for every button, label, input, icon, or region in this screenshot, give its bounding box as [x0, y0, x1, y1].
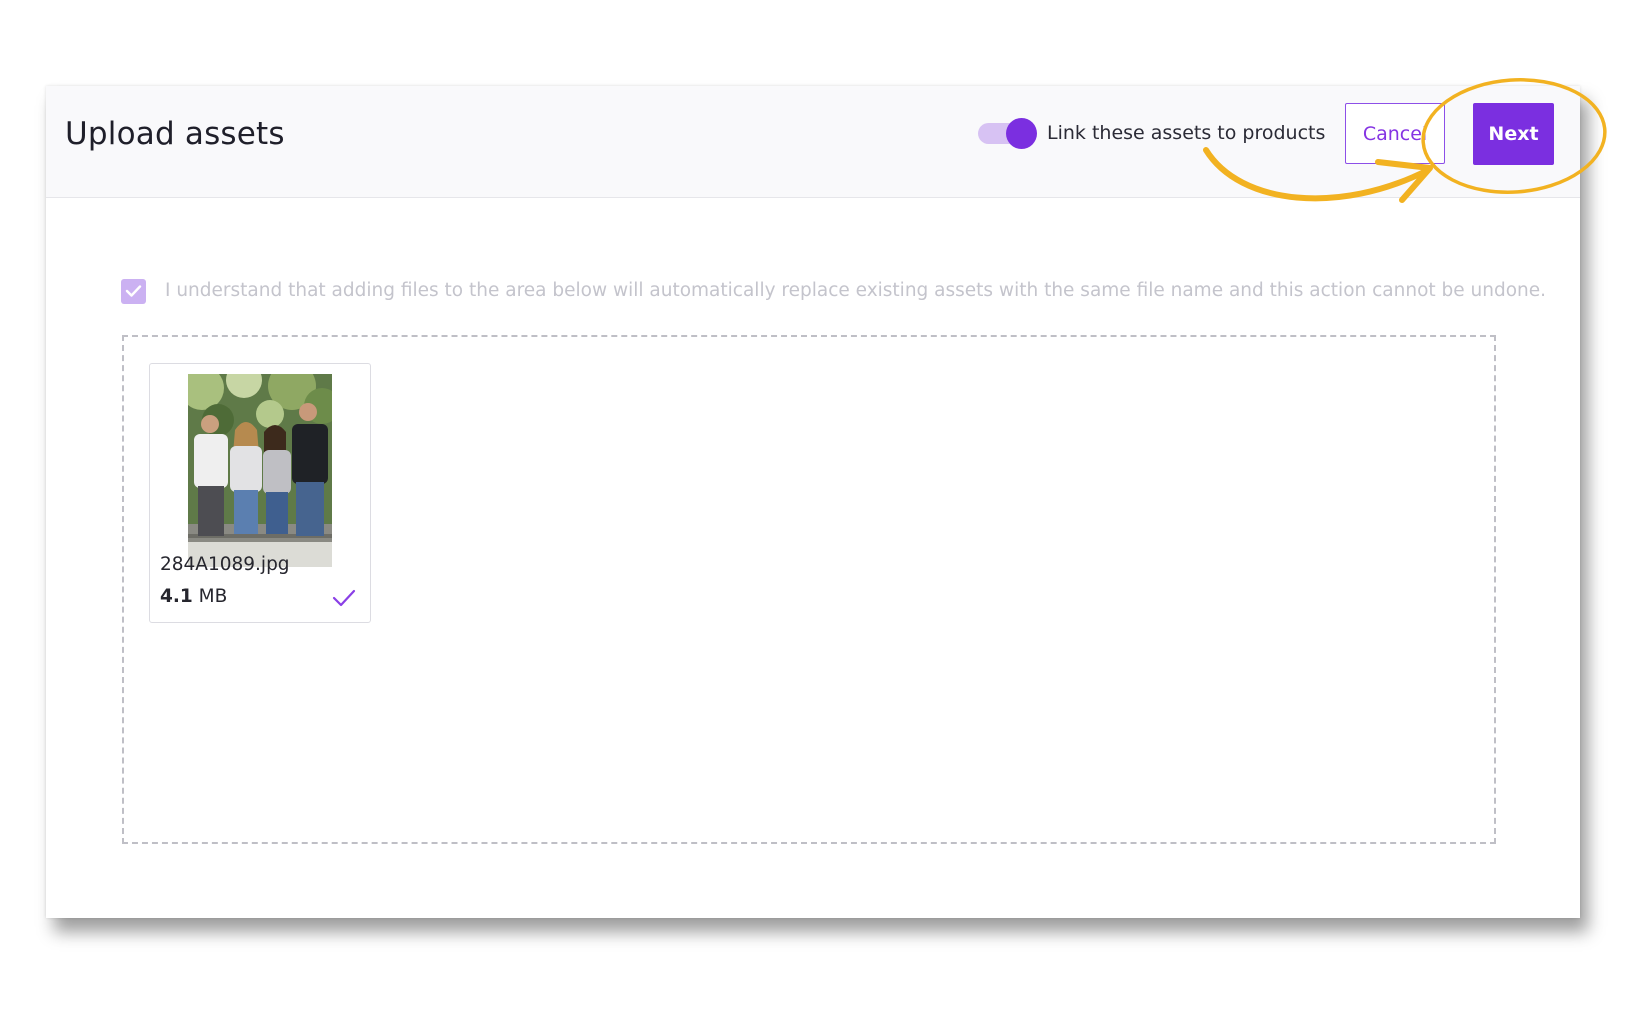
link-products-toggle[interactable]	[978, 118, 1037, 149]
cancel-button[interactable]: Cancel	[1345, 103, 1445, 164]
file-size-unit: MB	[198, 586, 228, 607]
check-icon	[125, 285, 142, 297]
next-button[interactable]: Next	[1473, 103, 1554, 165]
page-title: Upload assets	[65, 116, 285, 152]
modal-header: Upload assets Link these assets to produ…	[46, 86, 1580, 198]
toggle-knob	[1006, 118, 1037, 149]
file-size-value: 4.1	[160, 586, 193, 607]
file-card: 284A1089.jpg 4.1 MB	[149, 363, 371, 623]
consent-text: I understand that adding files to the ar…	[165, 280, 1547, 301]
consent-checkbox[interactable]	[121, 279, 146, 304]
file-size: 4.1 MB	[160, 586, 227, 607]
check-icon	[332, 589, 356, 607]
link-products-label: Link these assets to products	[1047, 122, 1326, 144]
file-name: 284A1089.jpg	[160, 554, 290, 575]
upload-assets-modal: Upload assets Link these assets to produ…	[46, 86, 1580, 918]
file-thumbnail	[188, 374, 332, 567]
